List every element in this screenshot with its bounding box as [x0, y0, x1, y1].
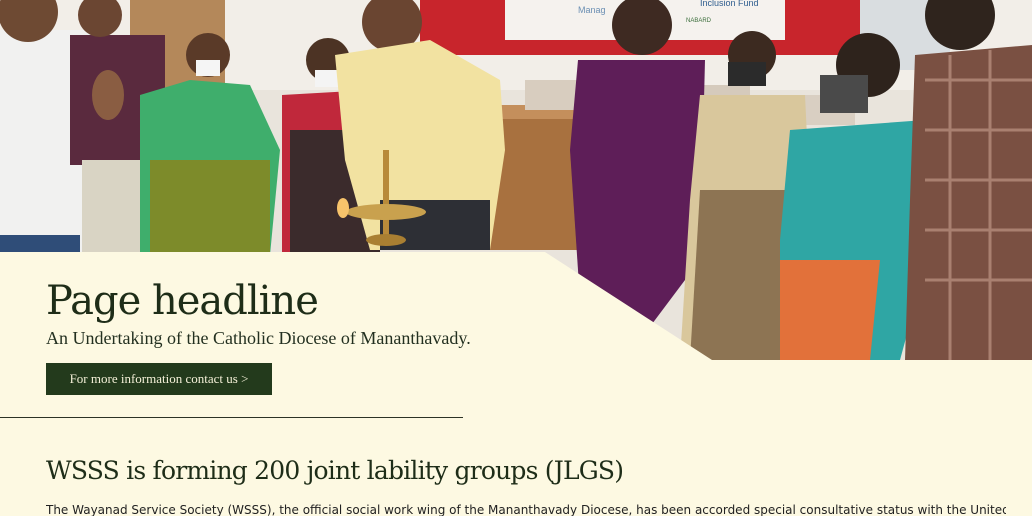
page-headline: Page headline: [46, 278, 319, 324]
section-title: WSSS is forming 200 joint lability group…: [46, 456, 624, 485]
hero-panel-shape: [0, 252, 1032, 420]
contact-us-button[interactable]: For more information contact us >: [46, 363, 272, 395]
section-body-text: The Wayanad Service Society (WSSS), the …: [46, 503, 1006, 516]
page-subtitle: An Undertaking of the Catholic Diocese o…: [46, 328, 471, 348]
page: Inclusion Fund Manag NABARD Page headlin…: [0, 0, 1032, 516]
section-divider: [0, 417, 463, 418]
hero-panel: [0, 0, 1032, 420]
